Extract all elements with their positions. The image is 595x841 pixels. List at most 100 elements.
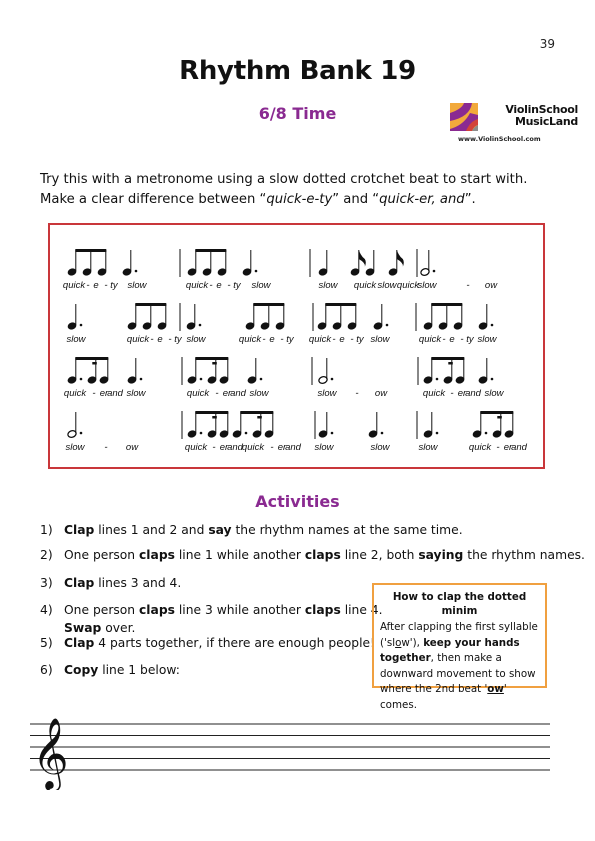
rhythm-syllable: and bbox=[107, 388, 124, 399]
activity-number: 2) bbox=[40, 548, 53, 562]
rhythm-syllable: ow bbox=[375, 388, 388, 399]
activity-text-part: line 3 while another bbox=[174, 603, 305, 617]
rhythm-syllable: slow bbox=[370, 334, 390, 345]
activity-number: 3) bbox=[40, 576, 53, 590]
activity-text-part: the rhythm names. bbox=[463, 548, 585, 562]
rhythm-bank-box: quick - e - ty slow quick - e - ty slow slow quick slo… bbox=[48, 223, 545, 469]
rhythm-syllable: slow bbox=[484, 388, 504, 399]
blank-staff[interactable]: 𝄞 bbox=[30, 700, 555, 790]
activity-text-part: 4 parts together, if there are enough pe… bbox=[94, 636, 375, 650]
activity-text: One person claps line 1 while another cl… bbox=[64, 546, 585, 564]
augmentation-dot bbox=[484, 431, 488, 435]
rhythm-syllable: slow bbox=[418, 442, 438, 453]
activity-text: Clap lines 1 and 2 and say the rhythm na… bbox=[64, 521, 463, 539]
rhythm-syllable: - bbox=[150, 334, 153, 345]
activity-text-part: One person bbox=[64, 548, 140, 562]
rhythm-syllable: slow bbox=[314, 442, 334, 453]
beam bbox=[240, 411, 274, 414]
rhythm-syllable: slow bbox=[317, 388, 337, 399]
activity-item: 2) One person claps line 1 while another … bbox=[40, 546, 585, 564]
activity-keyword: claps bbox=[139, 603, 175, 617]
logo-text: ViolinSchool MusicLand bbox=[483, 104, 578, 128]
activity-keyword: Copy bbox=[64, 663, 99, 677]
semiquaver-beam bbox=[497, 416, 502, 419]
rhythm-syllable: slow bbox=[417, 280, 437, 291]
page-title: Rhythm Bank 19 bbox=[179, 56, 416, 86]
augmentation-dot bbox=[490, 377, 494, 381]
logo-line2: MusicLand bbox=[514, 115, 578, 128]
rhythm-syllable: slow bbox=[318, 280, 338, 291]
rhythm-syllable: - bbox=[104, 442, 107, 453]
rhythm-syllable: - bbox=[92, 388, 95, 399]
rhythm-syllable: - bbox=[350, 334, 353, 345]
activity-keyword: claps bbox=[304, 603, 341, 617]
activity-keyword: claps bbox=[304, 548, 341, 562]
rhythm-syllable: quick bbox=[242, 442, 265, 453]
intro-text-part: Make a clear difference between “ bbox=[40, 192, 267, 207]
augmentation-dot bbox=[490, 323, 494, 327]
rhythm-syllable: and bbox=[230, 388, 247, 399]
rhythm-syllable: ty bbox=[286, 334, 295, 345]
activity-number: 5) bbox=[40, 636, 53, 650]
intro-text-part: ” and “ bbox=[332, 192, 380, 207]
rhythm-syllable: quick bbox=[186, 280, 209, 291]
rhythm-syllable: slow bbox=[477, 334, 497, 345]
rhythm-syllable: and bbox=[511, 442, 528, 453]
intro-line2: Make a clear difference between “quick-e… bbox=[40, 190, 560, 210]
augmentation-dot bbox=[380, 431, 384, 435]
rhythm-syllable: ty bbox=[174, 334, 183, 345]
rhythm-syllable: - bbox=[355, 388, 358, 399]
beam bbox=[195, 357, 229, 360]
rhythm-syllable: e bbox=[269, 334, 274, 345]
augmentation-dot bbox=[79, 431, 83, 435]
rhythm-syllable: quick bbox=[64, 388, 87, 399]
tip-box: How to clap the dotted minim After clapp… bbox=[372, 583, 547, 711]
augmentation-dot bbox=[435, 431, 439, 435]
tip-title: How to clap the dotted minim bbox=[392, 591, 527, 617]
beam bbox=[75, 357, 109, 360]
rhythm-syllable: slow bbox=[66, 334, 86, 345]
tip-text-bold: ow bbox=[487, 683, 504, 695]
beam bbox=[253, 303, 285, 306]
rhythm-syllable: - bbox=[209, 280, 212, 291]
activity-keyword: say bbox=[208, 523, 232, 537]
logo-mark-icon bbox=[450, 103, 478, 131]
augmentation-dot bbox=[435, 377, 439, 381]
semiquaver-beam bbox=[92, 362, 97, 365]
augmentation-dot bbox=[134, 269, 138, 273]
semiquaver-beam bbox=[257, 416, 262, 419]
rhythm-syllable: ty bbox=[233, 280, 242, 291]
intro-text-part: ”. bbox=[464, 192, 476, 207]
rhythm-syllable: quick bbox=[354, 280, 377, 291]
augmentation-dot bbox=[79, 377, 83, 381]
logo-url: www.ViolinSchool.com bbox=[458, 135, 541, 143]
rhythm-syllable: slow bbox=[251, 280, 271, 291]
tip-text: w'), bbox=[401, 636, 424, 649]
staff-lines bbox=[30, 723, 550, 771]
activity-number: 1) bbox=[40, 523, 53, 537]
augmentation-dot bbox=[432, 269, 436, 273]
rhythm-syllable: quick bbox=[419, 334, 442, 345]
activity-text-part: lines 3 and 4. bbox=[94, 576, 182, 590]
rhythm-syllable: quick bbox=[469, 442, 492, 453]
activity-text-part: One person bbox=[64, 603, 140, 617]
rhythm-syllable: ow bbox=[485, 280, 498, 291]
rhythm-syllable: - bbox=[104, 280, 107, 291]
rhythm-syllable: e bbox=[449, 334, 454, 345]
activities-heading: Activities bbox=[255, 492, 340, 511]
augmentation-dot bbox=[139, 377, 143, 381]
activity-text-part: line 1 while another bbox=[174, 548, 305, 562]
activity-text-part: line 1 below: bbox=[98, 663, 180, 677]
rhythm-syllable: - bbox=[496, 442, 499, 453]
beam bbox=[431, 357, 465, 360]
activity-item: 1) Clap lines 1 and 2 and say the rhythm … bbox=[40, 521, 463, 539]
rhythm-syllable: - bbox=[450, 388, 453, 399]
activity-keyword: Clap bbox=[64, 636, 95, 650]
augmentation-dot bbox=[259, 377, 263, 381]
activity-text-part: over. bbox=[101, 621, 136, 635]
activity-text-part: lines 1 and 2 and bbox=[94, 523, 209, 537]
beam bbox=[135, 303, 167, 306]
augmentation-dot bbox=[198, 323, 202, 327]
rhythm-syllable: - bbox=[227, 280, 230, 291]
beam bbox=[195, 411, 229, 414]
